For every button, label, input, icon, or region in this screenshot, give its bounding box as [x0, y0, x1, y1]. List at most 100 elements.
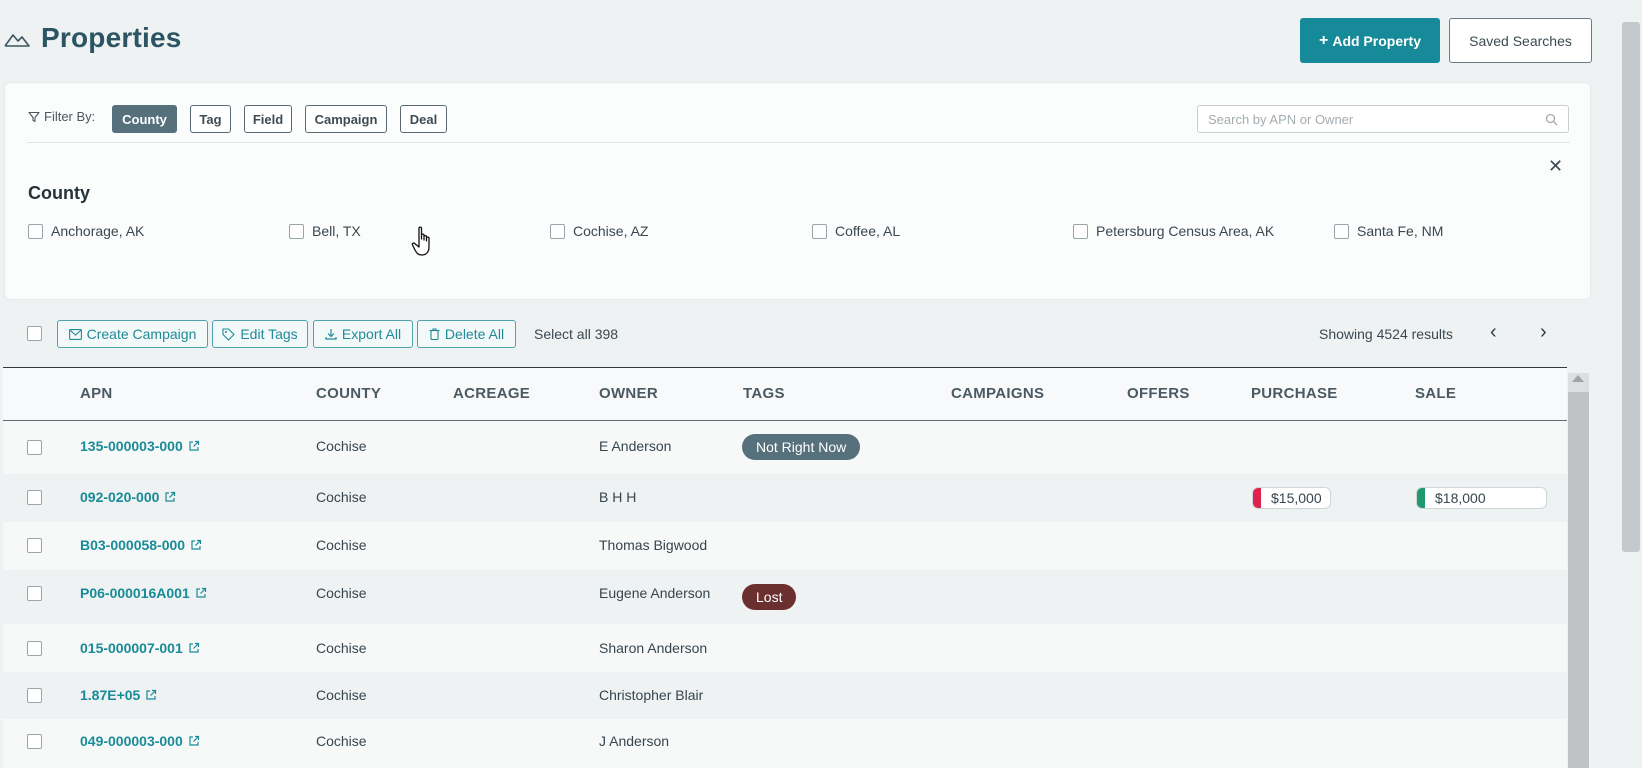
export-all-label: Export All	[341, 326, 402, 342]
row-checkbox[interactable]	[27, 490, 42, 505]
table-row[interactable]: P06-000016A001 Cochise Eugene Anderson L…	[3, 570, 1567, 624]
select-all-checkbox[interactable]	[27, 326, 42, 341]
chevron-left-icon[interactable]: ‹	[1490, 322, 1497, 342]
county-checkbox[interactable]	[28, 223, 43, 239]
county-option[interactable]: Bell, TX	[289, 223, 361, 239]
chevron-right-icon[interactable]: ›	[1540, 322, 1547, 342]
county-section-title: County	[28, 183, 90, 203]
row-checkbox[interactable]	[27, 586, 42, 601]
apn-link[interactable]: B03-000058-000	[80, 537, 202, 553]
apn-link[interactable]: 015-000007-001	[80, 640, 200, 656]
edit-tags-button[interactable]: Edit Tags	[212, 320, 308, 348]
apn-text: P06-000016A001	[80, 585, 190, 601]
table-row[interactable]: 135-000003-000 Cochise E Anderson Not Ri…	[3, 421, 1567, 474]
filter-icon	[28, 111, 40, 122]
county-cell: Cochise	[316, 537, 367, 553]
filter-chip-tag[interactable]: Tag	[190, 105, 231, 133]
tag-badge[interactable]: Lost	[742, 584, 797, 610]
search-input[interactable]	[1208, 111, 1545, 127]
apn-link[interactable]: 092-020-000	[80, 489, 176, 505]
column-header-owner[interactable]: OWNER	[599, 385, 658, 402]
apn-link[interactable]: P06-000016A001	[80, 585, 207, 601]
column-header-purchase[interactable]: PURCHASE	[1251, 385, 1338, 402]
county-option[interactable]: Petersburg Census Area, AK	[1073, 223, 1274, 239]
table-row[interactable]: 1.87E+05 Cochise Christopher Blair	[3, 672, 1567, 719]
external-link-icon	[189, 642, 199, 653]
row-checkbox[interactable]	[27, 641, 42, 656]
county-checkbox[interactable]	[1073, 223, 1088, 239]
tag-badge[interactable]: Not Right Now	[742, 434, 861, 460]
filter-divider	[27, 142, 1570, 143]
add-property-label: Add Property	[1332, 32, 1422, 49]
county-option-label: Coffee, AL	[835, 223, 901, 239]
mail-icon	[68, 328, 82, 340]
table-row[interactable]: 092-020-000 Cochise B H H $15,000 $18,00…	[3, 474, 1567, 522]
column-header-acreage[interactable]: ACREAGE	[453, 385, 530, 402]
county-cell: Cochise	[316, 438, 367, 454]
row-checkbox[interactable]	[27, 440, 42, 455]
hand-cursor-icon	[411, 226, 430, 256]
county-cell: Cochise	[316, 640, 367, 656]
export-all-button[interactable]: Export All	[313, 320, 413, 348]
delete-all-button[interactable]: Delete All	[417, 320, 516, 348]
select-all-link[interactable]: Select all 398	[534, 326, 618, 342]
apn-text: 092-020-000	[80, 489, 160, 505]
filter-chip-deal[interactable]: Deal	[400, 105, 447, 133]
column-header-county[interactable]: COUNTY	[316, 385, 381, 402]
properties-table: APN COUNTY ACREAGE OWNER TAGS CAMPAIGNS …	[3, 367, 1567, 768]
row-checkbox[interactable]	[27, 734, 42, 749]
saved-searches-button[interactable]: Saved Searches	[1449, 18, 1592, 63]
county-checkbox[interactable]	[289, 223, 304, 239]
external-link-icon	[165, 491, 176, 502]
apn-link[interactable]: 135-000003-000	[80, 438, 200, 454]
filter-chip-county[interactable]: County	[112, 105, 177, 133]
row-checkbox[interactable]	[27, 688, 42, 703]
row-checkbox[interactable]	[27, 538, 42, 553]
county-option[interactable]: Anchorage, AK	[28, 223, 144, 239]
column-header-sale[interactable]: SALE	[1415, 385, 1456, 402]
county-cell: Cochise	[316, 687, 367, 703]
county-option[interactable]: Cochise, AZ	[550, 223, 648, 239]
owner-cell: Sharon Anderson	[599, 640, 708, 656]
column-header-apn[interactable]: APN	[80, 385, 113, 402]
county-checkbox[interactable]	[1334, 223, 1349, 239]
county-option-label: Petersburg Census Area, AK	[1096, 223, 1275, 239]
column-header-campaigns[interactable]: CAMPAIGNS	[951, 385, 1044, 402]
page-header: Properties + Add Property Saved Searches	[0, 0, 1600, 78]
filter-chip-campaign[interactable]: Campaign	[305, 105, 387, 133]
table-row[interactable]: 015-000007-001 Cochise Sharon Anderson	[3, 624, 1567, 672]
trash-icon	[429, 328, 440, 340]
close-icon[interactable]: ✕	[1548, 157, 1563, 175]
purchase-marker	[1253, 488, 1261, 508]
owner-cell: B H H	[599, 489, 637, 505]
table-header: APN COUNTY ACREAGE OWNER TAGS CAMPAIGNS …	[3, 367, 1567, 421]
tag-icon	[222, 327, 235, 341]
purchase-amount[interactable]: $15,000	[1252, 487, 1331, 509]
county-option[interactable]: Coffee, AL	[812, 223, 900, 239]
delete-all-label: Delete All	[444, 326, 505, 342]
county-checkbox[interactable]	[812, 223, 827, 239]
create-campaign-button[interactable]: Create Campaign	[57, 320, 208, 348]
purchase-value: $15,000	[1271, 490, 1322, 506]
table-row[interactable]: 049-000003-000 Cochise J Anderson	[3, 719, 1567, 768]
county-option[interactable]: Santa Fe, NM	[1334, 223, 1443, 239]
filter-by-label: Filter By:	[28, 109, 95, 124]
external-link-icon	[189, 440, 199, 451]
add-property-button[interactable]: + Add Property	[1300, 18, 1440, 63]
apn-link[interactable]: 049-000003-000	[80, 733, 200, 749]
county-checkbox[interactable]	[550, 223, 565, 239]
page-scrollbar[interactable]	[1622, 22, 1640, 552]
sale-amount[interactable]: $18,000	[1416, 487, 1547, 509]
create-campaign-label: Create Campaign	[86, 326, 197, 342]
sale-value: $18,000	[1435, 490, 1486, 506]
bulk-actions-toolbar: Create Campaign Edit Tags Export All Del…	[0, 310, 1580, 356]
scroll-up-arrow-icon[interactable]	[1572, 375, 1584, 382]
plus-icon: +	[1318, 31, 1329, 49]
sale-marker	[1417, 488, 1425, 508]
column-header-offers[interactable]: OFFERS	[1127, 385, 1190, 402]
apn-link[interactable]: 1.87E+05	[80, 687, 157, 703]
table-row[interactable]: B03-000058-000 Cochise Thomas Bigwood	[3, 522, 1567, 570]
filter-chip-field[interactable]: Field	[244, 105, 292, 133]
table-scrollbar-thumb[interactable]	[1568, 392, 1589, 768]
column-header-tags[interactable]: TAGS	[743, 385, 785, 402]
